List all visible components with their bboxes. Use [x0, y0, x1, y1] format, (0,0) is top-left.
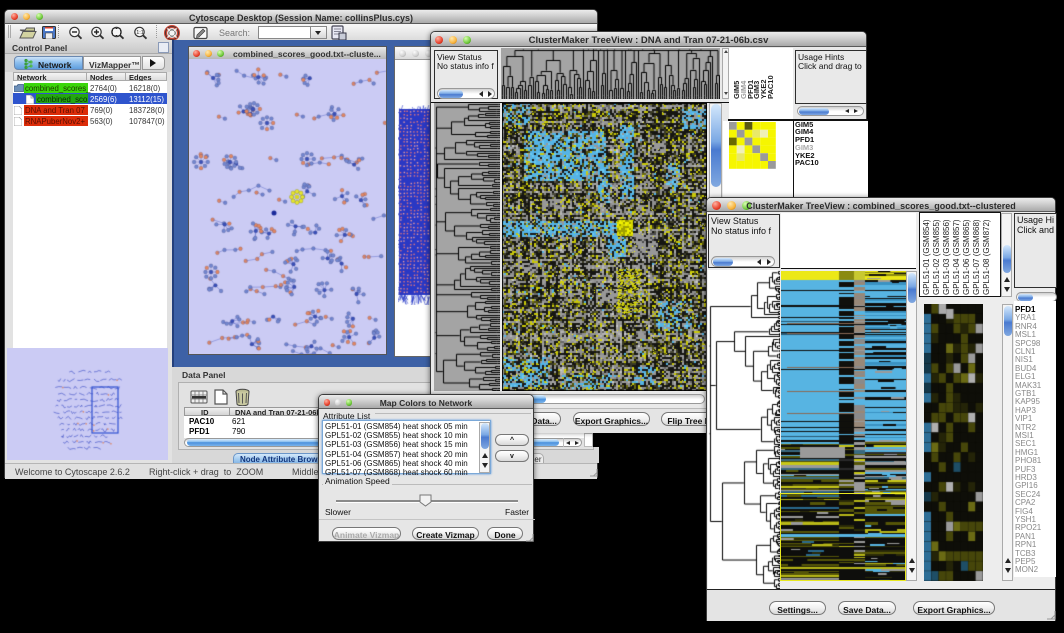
svg-text:1:1: 1:1 — [136, 30, 144, 36]
